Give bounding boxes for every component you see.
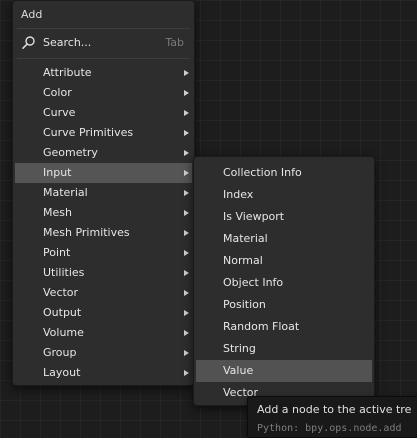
submenu-item-collection-info[interactable]: Collection Info [196, 162, 372, 184]
menu-item-label: Color [43, 86, 72, 99]
menu-item-volume[interactable]: Volume [15, 323, 192, 343]
submenu-item-normal[interactable]: Normal [196, 250, 372, 272]
menu-item-label: Curve Primitives [43, 126, 134, 139]
menu-item-layout[interactable]: Layout [15, 363, 192, 383]
submenu-arrow-icon [184, 130, 189, 136]
add-menu-list: Attribute Color Curve Curve Primitives Geome… [15, 63, 192, 383]
submenu-item-value[interactable]: Value [196, 360, 372, 382]
submenu-item-label: Random Float [223, 320, 300, 333]
submenu-arrow-icon [184, 270, 189, 276]
menu-separator [17, 58, 190, 59]
submenu-item-position[interactable]: Position [196, 294, 372, 316]
submenu-arrow-icon [184, 70, 189, 76]
submenu-arrow-icon [184, 350, 189, 356]
menu-item-label: Attribute [43, 66, 92, 79]
submenu-arrow-icon [184, 310, 189, 316]
menu-item-vector[interactable]: Vector [15, 283, 192, 303]
menu-item-color[interactable]: Color [15, 83, 192, 103]
search-icon [21, 35, 36, 50]
submenu-item-label: Collection Info [223, 166, 302, 179]
submenu-item-label: Material [223, 232, 268, 245]
submenu-item-label: Position [223, 298, 266, 311]
menu-item-label: Utilities [43, 266, 85, 279]
search-menu-item[interactable]: Search... Tab [13, 33, 194, 53]
input-submenu: Collection Info Index Is Viewport Material N… [193, 156, 375, 406]
menu-item-label: Geometry [43, 146, 98, 159]
menu-item-point[interactable]: Point [15, 243, 192, 263]
submenu-arrow-icon [184, 110, 189, 116]
menu-item-label: Material [43, 186, 88, 199]
submenu-item-is-viewport[interactable]: Is Viewport [196, 206, 372, 228]
menu-item-attribute[interactable]: Attribute [15, 63, 192, 83]
menu-item-label: Volume [43, 326, 84, 339]
submenu-arrow-icon [184, 370, 189, 376]
submenu-item-random-float[interactable]: Random Float [196, 316, 372, 338]
menu-item-label: Vector [43, 286, 79, 299]
menu-item-label: Mesh [43, 206, 72, 219]
submenu-arrow-icon [184, 150, 189, 156]
menu-item-group[interactable]: Group [15, 343, 192, 363]
submenu-arrow-icon [184, 210, 189, 216]
input-submenu-list: Collection Info Index Is Viewport Material N… [196, 162, 372, 404]
menu-item-label: Curve [43, 106, 76, 119]
submenu-arrow-icon [184, 230, 189, 236]
submenu-arrow-icon [184, 290, 189, 296]
submenu-arrow-icon [184, 190, 189, 196]
menu-item-geometry[interactable]: Geometry [15, 143, 192, 163]
submenu-item-label: Value [223, 364, 254, 377]
tooltip-python: Python: bpy.ops.node.add [257, 423, 402, 434]
menu-item-label: Group [43, 346, 77, 359]
menu-item-mesh[interactable]: Mesh [15, 203, 192, 223]
submenu-item-string[interactable]: String [196, 338, 372, 360]
menu-item-output[interactable]: Output [15, 303, 192, 323]
submenu-item-object-info[interactable]: Object Info [196, 272, 372, 294]
add-menu: Add Search... Tab Attribute Color Curve Cur… [12, 0, 195, 386]
menu-item-mesh-primitives[interactable]: Mesh Primitives [15, 223, 192, 243]
menu-item-input[interactable]: Input [15, 163, 192, 183]
menu-item-curve-primitives[interactable]: Curve Primitives [15, 123, 192, 143]
menu-separator [17, 28, 190, 29]
menu-item-label: Mesh Primitives [43, 226, 130, 239]
menu-item-curve[interactable]: Curve [15, 103, 192, 123]
submenu-item-label: Object Info [223, 276, 284, 289]
menu-item-label: Output [43, 306, 82, 319]
menu-item-label: Point [43, 246, 71, 259]
submenu-arrow-icon [184, 330, 189, 336]
menu-item-label: Input [43, 166, 72, 179]
submenu-item-index[interactable]: Index [196, 184, 372, 206]
submenu-item-label: Normal [223, 254, 263, 267]
menu-item-label: Layout [43, 366, 81, 379]
submenu-item-material[interactable]: Material [196, 228, 372, 250]
search-label: Search... [43, 36, 92, 49]
search-shortcut: Tab [165, 36, 184, 49]
submenu-item-label: Index [223, 188, 254, 201]
submenu-item-label: String [223, 342, 256, 355]
submenu-arrow-icon [184, 170, 189, 176]
menu-item-utilities[interactable]: Utilities [15, 263, 192, 283]
menu-item-material[interactable]: Material [15, 183, 192, 203]
menu-title: Add [21, 8, 43, 21]
submenu-arrow-icon [184, 90, 189, 96]
submenu-arrow-icon [184, 250, 189, 256]
submenu-item-label: Is Viewport [223, 210, 285, 223]
tooltip-description: Add a node to the active tre [257, 403, 412, 416]
